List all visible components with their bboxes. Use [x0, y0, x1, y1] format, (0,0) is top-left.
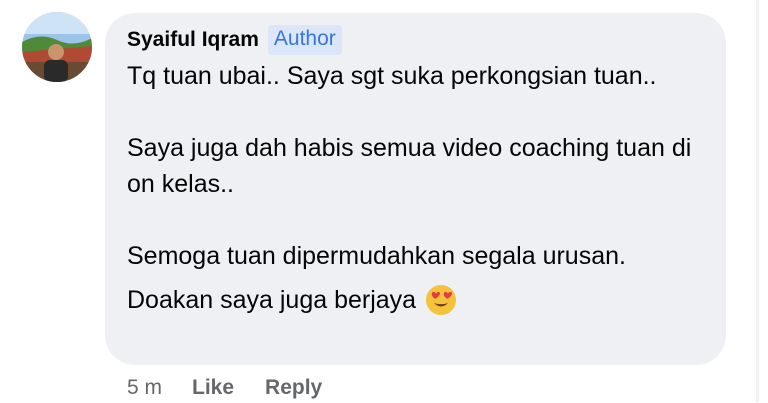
reply-button[interactable]: Reply: [265, 376, 322, 400]
panel-divider: [756, 0, 759, 402]
comment-paragraph: Doakan saya juga berjaya: [127, 286, 417, 314]
comment-paragraph: Tq tuan ubai.. Saya sgt suka perkongsian…: [127, 62, 657, 90]
heart-eyes-emoji-icon: [424, 283, 458, 317]
comment-header: Syaiful Iqram Author: [127, 25, 342, 55]
comment-paragraph: Semoga tuan dipermudahkan segala urusan.: [127, 242, 626, 270]
comment-text: Tq tuan ubai.. Saya sgt suka perkongsian…: [127, 58, 717, 318]
author-name-link[interactable]: Syaiful Iqram: [127, 28, 259, 52]
comment-last-line: Doakan saya juga berjaya: [127, 282, 717, 318]
profile-photo-avatar-icon: [22, 12, 92, 82]
comment-paragraph: Saya juga dah habis semua video coaching…: [127, 134, 692, 198]
like-button[interactable]: Like: [192, 376, 234, 400]
comment-timestamp[interactable]: 5 m: [127, 376, 162, 400]
avatar[interactable]: [22, 12, 92, 82]
comment-actions: 5 m Like Reply: [127, 373, 322, 403]
author-badge: Author: [267, 25, 342, 55]
